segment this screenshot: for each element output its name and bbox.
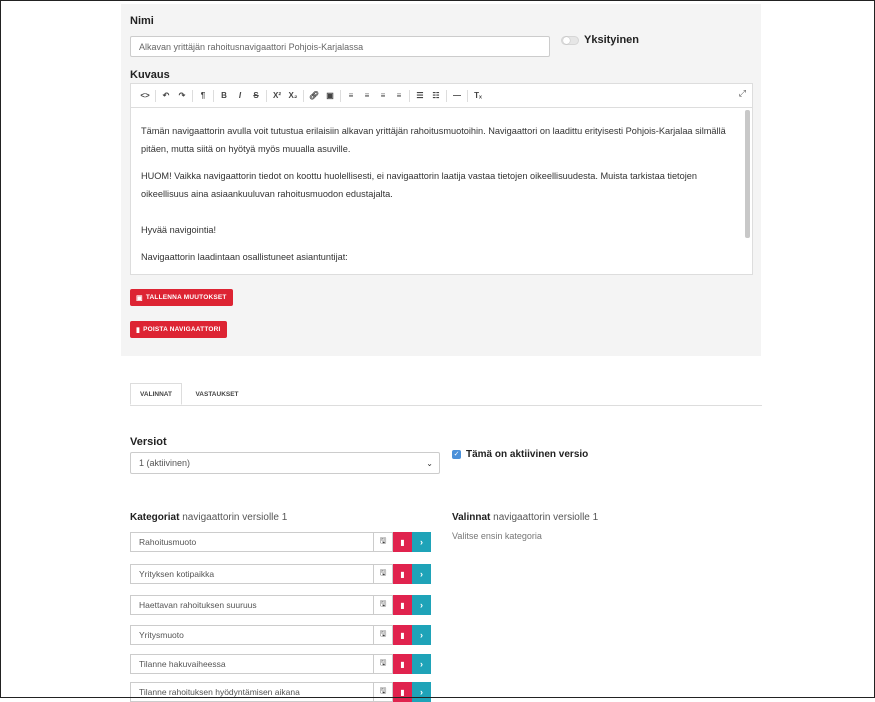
save-icon[interactable]: 🖫	[374, 595, 393, 615]
bold-icon[interactable]: B	[216, 88, 232, 104]
save-icon: ▣	[136, 294, 143, 302]
save-icon[interactable]: 🖫	[374, 532, 393, 552]
save-changes-button[interactable]: ▣ TALLENNA MUUTOKSET	[130, 289, 233, 306]
category-input[interactable]: Rahoitusmuoto	[130, 532, 374, 552]
redo-icon[interactable]: ↷	[174, 88, 190, 104]
clear-format-icon[interactable]: Tₓ	[470, 88, 486, 104]
save-icon[interactable]: 🖫	[374, 682, 393, 702]
private-toggle[interactable]	[561, 36, 579, 45]
trash-icon: ▮	[136, 326, 141, 334]
chevron-right-icon[interactable]: ›	[412, 682, 431, 702]
chevron-down-icon: ⌄	[426, 459, 433, 468]
editor-paragraph: Navigaattorin laadintaan osallistuneet a…	[141, 252, 348, 262]
fullscreen-icon[interactable]: ⤢	[739, 88, 746, 99]
category-input[interactable]: Haettavan rahoituksen suuruus	[130, 595, 374, 615]
active-version-label: Tämä on aktiivinen versio	[466, 449, 589, 460]
undo-icon[interactable]: ↶	[158, 88, 174, 104]
trash-icon[interactable]: ▮	[393, 532, 412, 552]
editor-scrollbar[interactable]	[745, 110, 750, 238]
chevron-right-icon[interactable]: ›	[412, 595, 431, 615]
chevron-right-icon[interactable]: ›	[412, 532, 431, 552]
name-label: Nimi	[130, 15, 154, 27]
chevron-right-icon[interactable]: ›	[412, 625, 431, 645]
link-icon[interactable]: 🔗︎	[306, 88, 322, 104]
align-right-icon[interactable]: ≡	[375, 88, 391, 104]
tab-valinnat[interactable]: VALINNAT	[130, 383, 182, 405]
tab-vastaukset[interactable]: VASTAUKSET	[182, 383, 252, 405]
category-input[interactable]: Tilanne hakuvaiheessa	[130, 654, 374, 674]
category-input[interactable]: Yrityksen kotipaikka	[130, 564, 374, 584]
code-view-icon[interactable]: <>	[137, 88, 153, 104]
strikethrough-icon[interactable]: S	[248, 88, 264, 104]
editor-paragraph: Tämän navigaattorin avulla voit tutustua…	[141, 126, 726, 154]
align-center-icon[interactable]: ≡	[359, 88, 375, 104]
choices-hint: Valitse ensin kategoria	[452, 531, 542, 541]
choices-title: Valinnat navigaattorin versiolle 1	[452, 512, 599, 523]
category-input[interactable]: Tilanne rahoituksen hyödyntämisen aikana	[130, 682, 374, 702]
horizontal-rule-icon[interactable]: —	[449, 88, 465, 104]
heading-icon[interactable]: ¶	[195, 88, 211, 104]
chevron-right-icon[interactable]: ›	[412, 564, 431, 584]
private-label: Yksityinen	[584, 34, 640, 46]
save-icon[interactable]: 🖫	[374, 654, 393, 674]
editor-toolbar: <> ↶ ↷ ¶ B I S X² X₂ 🔗︎ ▣ ≡ ≡ ≡ ≡ ☰ ☷ — …	[130, 83, 753, 107]
categories-title: Kategoriat navigaattorin versiolle 1	[130, 512, 288, 523]
category-input[interactable]: Yritysmuoto	[130, 625, 374, 645]
unordered-list-icon[interactable]: ☰	[412, 88, 428, 104]
version-select[interactable]: 1 (aktiivinen) ⌄	[130, 452, 440, 474]
align-left-icon[interactable]: ≡	[343, 88, 359, 104]
trash-icon[interactable]: ▮	[393, 682, 412, 702]
description-editor[interactable]: Tämän navigaattorin avulla voit tutustua…	[130, 107, 753, 275]
chevron-right-icon[interactable]: ›	[412, 654, 431, 674]
editor-paragraph: Hyvää navigointia!	[141, 225, 217, 235]
save-icon[interactable]: 🖫	[374, 564, 393, 584]
image-icon[interactable]: ▣	[322, 88, 338, 104]
versions-label: Versiot	[130, 436, 167, 448]
delete-navigator-button[interactable]: ▮ POISTA NAVIGAATTORI	[130, 321, 227, 338]
tabs: VALINNAT VASTAUKSET	[130, 383, 762, 406]
trash-icon[interactable]: ▮	[393, 564, 412, 584]
align-justify-icon[interactable]: ≡	[391, 88, 407, 104]
trash-icon[interactable]: ▮	[393, 654, 412, 674]
active-version-checkbox[interactable]: ✓	[452, 450, 461, 459]
save-icon[interactable]: 🖫	[374, 625, 393, 645]
subscript-icon[interactable]: X₂	[285, 88, 301, 104]
editor-paragraph: HUOM! Vaikka navigaattorin tiedot on koo…	[141, 171, 697, 199]
trash-icon[interactable]: ▮	[393, 595, 412, 615]
superscript-icon[interactable]: X²	[269, 88, 285, 104]
description-label: Kuvaus	[130, 69, 170, 81]
trash-icon[interactable]: ▮	[393, 625, 412, 645]
ordered-list-icon[interactable]: ☷	[428, 88, 444, 104]
name-input[interactable]: Alkavan yrittäjän rahoitusnavigaattori P…	[130, 36, 550, 57]
italic-icon[interactable]: I	[232, 88, 248, 104]
